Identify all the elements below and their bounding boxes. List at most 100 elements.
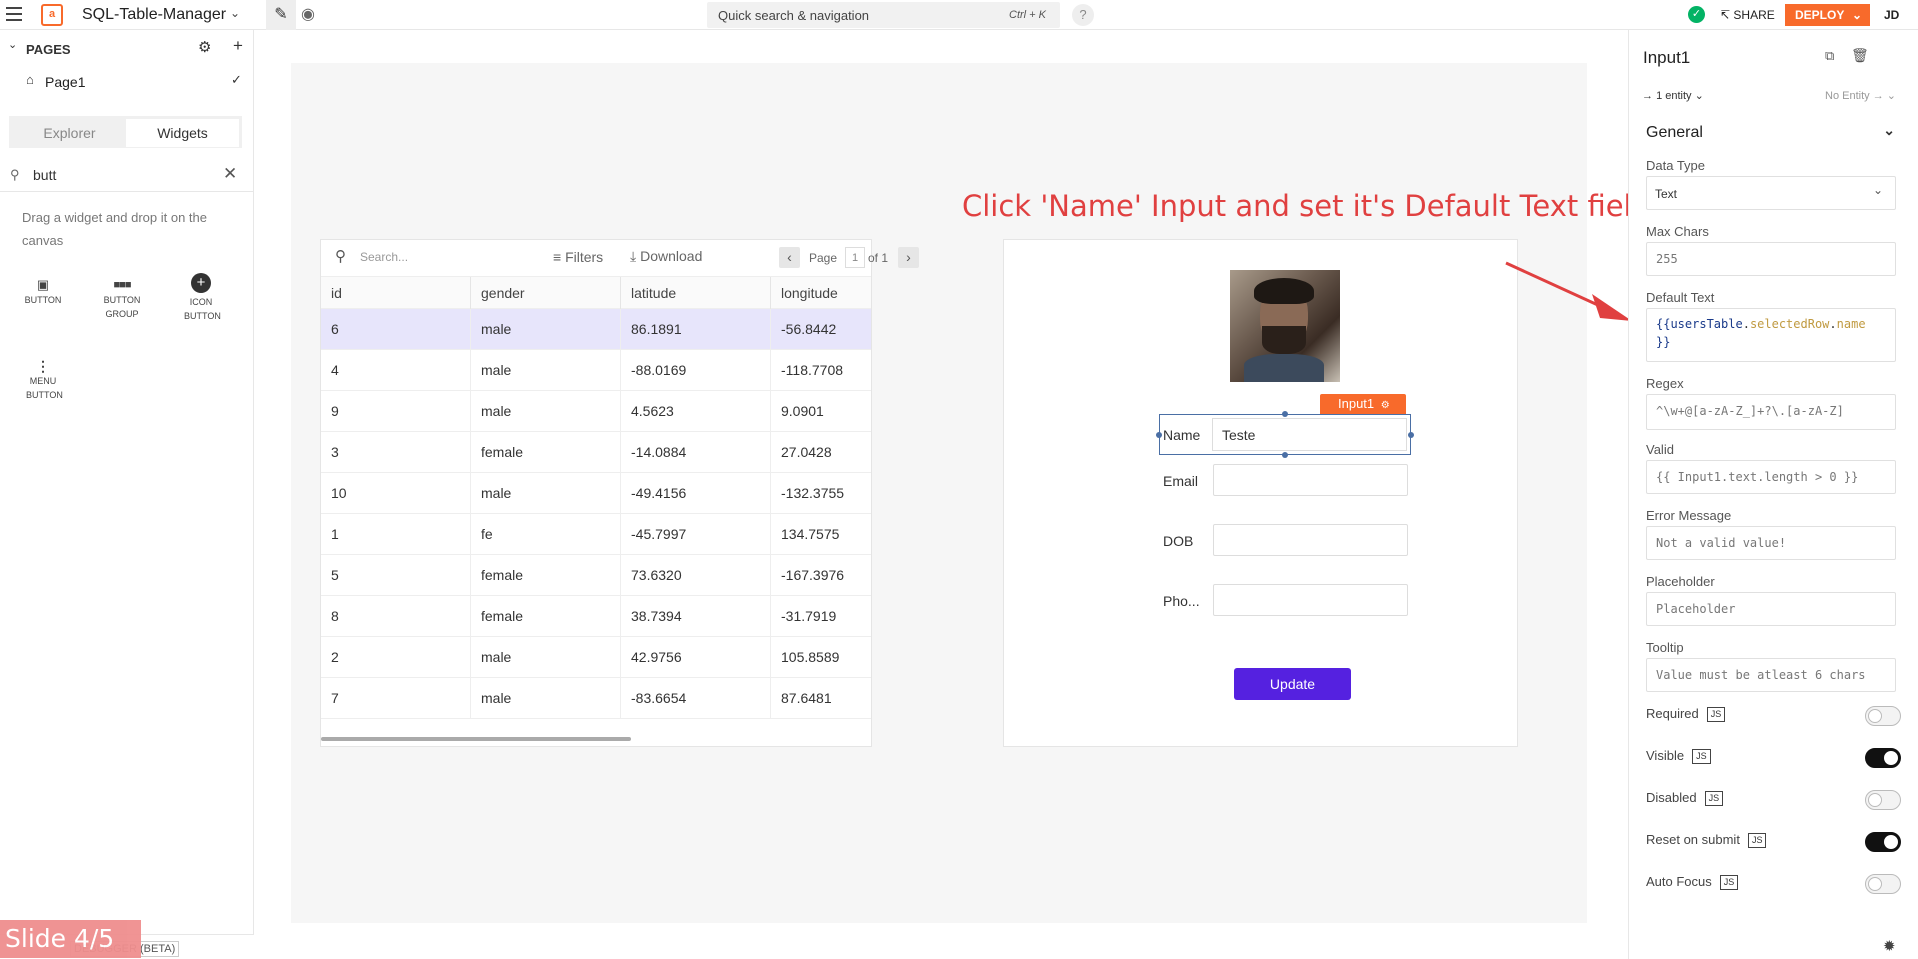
toggle-knob (1868, 793, 1882, 807)
toggle-label: Auto Focus (1646, 874, 1712, 889)
dob-label: DOB (1163, 533, 1194, 549)
table-cell-gender: female (471, 596, 621, 637)
table-row[interactable]: 6male86.1891-56.84421959-02- (321, 309, 871, 350)
gear-icon[interactable]: ⚙ (198, 38, 211, 56)
filters-button[interactable]: ≡ Filters (553, 249, 603, 265)
update-button[interactable]: Update (1234, 668, 1351, 700)
page-number-input[interactable]: 1 (845, 247, 865, 268)
email-input[interactable] (1213, 464, 1408, 496)
error-message-input[interactable]: Not a valid value! (1646, 526, 1896, 560)
general-section-header[interactable]: General ⌄ (1646, 122, 1901, 144)
prev-page-button[interactable]: ‹ (779, 247, 800, 268)
widget-menu-button[interactable]: ⋮ MENU BUTTON (13, 358, 73, 402)
tab-widgets[interactable]: Widgets (126, 119, 239, 147)
toggle-label: Visible (1646, 748, 1685, 763)
toggle-row-reset-on-submit: Reset on submit JS (1646, 832, 1901, 856)
table-cell-gender: fe (471, 514, 621, 555)
table-cell-id: 1 (321, 514, 471, 555)
column-header-id[interactable]: id (321, 277, 471, 310)
js-toggle-badge[interactable]: JS (1704, 791, 1724, 806)
table-cell-longitude: 9.0901 (771, 391, 871, 432)
help-button[interactable]: ? (1072, 4, 1094, 26)
edit-mode-button[interactable]: ✎ (266, 0, 296, 30)
form-container[interactable]: Input1 ⚙ Name Teste Email DOB Pho... Upd… (1003, 239, 1518, 747)
toggle-switch[interactable] (1865, 832, 1901, 852)
table-row[interactable]: 7male-83.665487.64811952-02- (321, 678, 871, 719)
table-cell-latitude: 4.5623 (621, 391, 771, 432)
menu-icon[interactable] (6, 7, 22, 21)
delete-icon[interactable]: 🗑 (1851, 47, 1869, 64)
global-search[interactable]: Quick search & navigation Ctrl + K (707, 2, 1060, 28)
chevron-down-icon[interactable]: ⌄ (230, 6, 240, 20)
app-title[interactable]: SQL-Table-Manager (82, 6, 226, 24)
toggle-switch[interactable] (1865, 874, 1901, 894)
js-toggle-badge[interactable]: JS (1719, 875, 1739, 890)
widget-search[interactable]: ⚲ butt ✕ (0, 160, 253, 192)
no-entity-selector[interactable]: No Entity → ⌄ (1825, 89, 1896, 102)
share-button[interactable]: ↸ SHARE (1720, 8, 1775, 22)
copy-icon[interactable]: ⧉ (1825, 48, 1834, 64)
table-cell-latitude: -88.0169 (621, 350, 771, 391)
eye-icon[interactable]: ◉ (301, 4, 315, 24)
phone-input[interactable] (1213, 584, 1408, 616)
table-row[interactable]: 2male42.9756105.85891987-04- (321, 637, 871, 678)
widget-name[interactable]: Input1 (1643, 48, 1690, 68)
table-row[interactable]: 4male-88.0169-118.77081984-02- (321, 350, 871, 391)
horizontal-scrollbar[interactable] (321, 737, 631, 741)
widget-button-group[interactable]: ■■■ BUTTON GROUP (92, 277, 152, 321)
table-cell-longitude: 87.6481 (771, 678, 871, 719)
resize-handle[interactable] (1282, 452, 1288, 458)
users-table[interactable]: ⚲ Search... ≡ Filters ⤓ Download id gende… (320, 239, 872, 747)
valid-input[interactable]: {{ Input1.text.length > 0 }} (1646, 460, 1896, 494)
input1-tag[interactable]: Input1 ⚙ (1320, 394, 1406, 414)
error-message-label: Error Message (1646, 508, 1732, 523)
entity-selector[interactable]: → 1 entity ⌄ (1642, 89, 1704, 102)
tooltip-input[interactable]: Value must be atleast 6 chars (1646, 658, 1896, 692)
close-icon[interactable]: ✕ (223, 164, 237, 184)
column-header-latitude[interactable]: latitude (621, 277, 771, 310)
toggle-row-auto-focus: Auto Focus JS (1646, 874, 1901, 898)
max-chars-input[interactable]: 255 (1646, 242, 1896, 276)
data-type-select[interactable]: Text ⌄ (1646, 176, 1896, 210)
resize-handle[interactable] (1408, 432, 1414, 438)
table-cell-longitude: 134.7575 (771, 514, 871, 555)
table-cell-longitude: -31.7919 (771, 596, 871, 637)
tab-explorer[interactable]: Explorer (12, 119, 127, 147)
bug-icon[interactable]: ✹ (1883, 937, 1896, 955)
table-row[interactable]: 9male4.56239.09011952-02- (321, 391, 871, 432)
table-row[interactable]: 10male-49.4156-132.37551977-03- (321, 473, 871, 514)
resize-handle[interactable] (1282, 411, 1288, 417)
page-item-page1[interactable]: ⌂ Page1 ✓ (0, 68, 253, 98)
table-row[interactable]: 5female73.6320-167.39761995-11- (321, 555, 871, 596)
user-avatar[interactable]: JD (1884, 8, 1899, 22)
widget-hint: Drag a widget and drop it on the canvas (22, 210, 208, 248)
placeholder-input[interactable]: Placeholder (1646, 592, 1896, 626)
toggle-switch[interactable] (1865, 790, 1901, 810)
dob-input[interactable] (1213, 524, 1408, 556)
toggle-switch[interactable] (1865, 706, 1901, 726)
widget-icon-button[interactable]: + ICON BUTTON (171, 273, 231, 323)
name-input[interactable]: Teste (1212, 418, 1407, 451)
collapse-pages-icon[interactable]: ⌄ (8, 38, 17, 51)
js-toggle-badge[interactable]: JS (1706, 707, 1726, 722)
column-header-gender[interactable]: gender (471, 277, 621, 310)
table-search-input[interactable]: Search... (360, 250, 408, 264)
deploy-button[interactable]: DEPLOY ⌄ (1785, 4, 1870, 26)
next-page-button[interactable]: › (898, 247, 919, 268)
table-row[interactable]: 1 fe -45.7997 134.7575 (321, 514, 871, 555)
name-input-selection[interactable]: Name Teste (1156, 411, 1414, 458)
add-page-icon[interactable]: + (233, 36, 243, 56)
toggle-switch[interactable] (1865, 748, 1901, 768)
table-cell-id: 6 (321, 309, 471, 350)
table-row[interactable]: 8female38.7394-31.79191955-10- (321, 596, 871, 637)
js-toggle-badge[interactable]: JS (1747, 833, 1767, 848)
column-header-longitude[interactable]: longitude (771, 277, 871, 310)
table-row[interactable]: 3female-14.088427.04281980-05- (321, 432, 871, 473)
default-text-input[interactable]: {{usersTable.selectedRow.name }} (1646, 308, 1896, 362)
download-button[interactable]: ⤓ Download (630, 248, 702, 265)
regex-input[interactable]: ^\w+@[a-zA-Z_]+?\.[a-zA-Z] (1646, 394, 1896, 430)
resize-handle[interactable] (1156, 432, 1162, 438)
app-logo[interactable]: a (41, 4, 63, 26)
js-toggle-badge[interactable]: JS (1692, 749, 1711, 764)
widget-button[interactable]: ▣ BUTTON (13, 277, 73, 307)
